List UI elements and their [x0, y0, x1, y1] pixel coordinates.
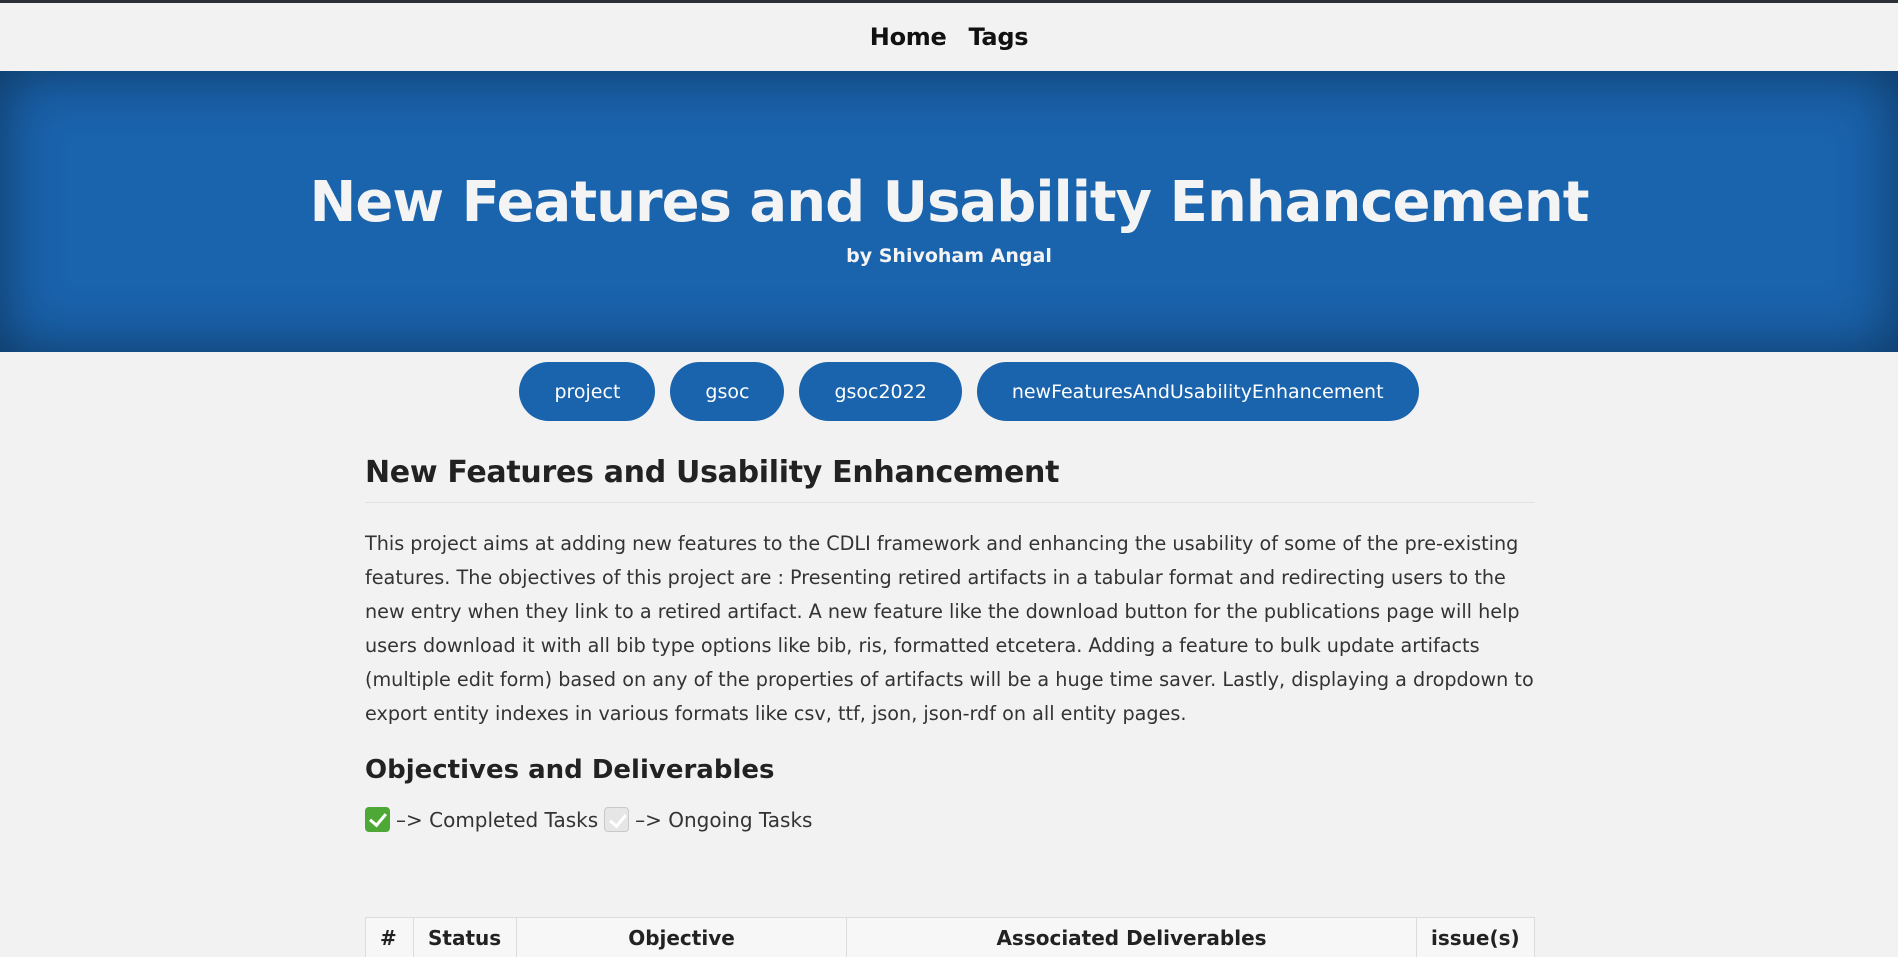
- ongoing-check-icon: [604, 807, 630, 832]
- table-header-deliverables: Associated Deliverables: [847, 918, 1417, 957]
- table-header-objective: Objective: [517, 918, 847, 957]
- legend-ongoing: –> Ongoing Tasks: [635, 807, 813, 832]
- nav-home-link[interactable]: Home: [870, 23, 947, 51]
- section-title: Objectives and Deliverables: [365, 755, 775, 785]
- hero-banner: New Features and Usability Enhancement b…: [0, 71, 1898, 352]
- legend-completed: –> Completed Tasks: [396, 807, 599, 832]
- tag-gsoc2022[interactable]: gsoc2022: [799, 362, 962, 421]
- table-header-issues: issue(s): [1431, 926, 1520, 950]
- post-content: New Features and Usability Enhancement T…: [365, 455, 1535, 832]
- objectives-table-header: # Status Objective Associated Deliverabl…: [365, 917, 1535, 957]
- top-nav: Home Tags: [0, 0, 1898, 71]
- tag-gsoc[interactable]: gsoc: [670, 362, 785, 421]
- tag-list: project gsoc gsoc2022 newFeaturesAndUsab…: [0, 362, 1898, 421]
- post-body: This project aims at adding new features…: [365, 532, 1534, 725]
- status-legend: –> Completed Tasks –> Ongoing Tasks: [365, 807, 1535, 832]
- completed-check-icon: [365, 807, 390, 832]
- table-header-status: Status: [414, 918, 517, 957]
- post-title: New Features and Usability Enhancement: [365, 455, 1535, 503]
- tag-project[interactable]: project: [519, 362, 656, 421]
- hero-author: by Shivoham Angal: [846, 244, 1052, 267]
- hero-title: New Features and Usability Enhancement: [309, 170, 1590, 236]
- table-header-number: #: [366, 918, 414, 957]
- nav-tags-link[interactable]: Tags: [968, 23, 1028, 51]
- tag-new-features[interactable]: newFeaturesAndUsabilityEnhancement: [976, 362, 1419, 421]
